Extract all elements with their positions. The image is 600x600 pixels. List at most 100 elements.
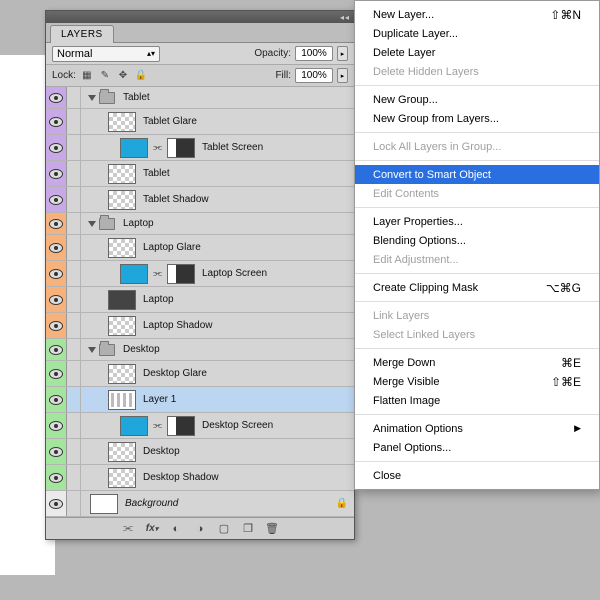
layer-name[interactable]: Laptop Shadow: [143, 320, 213, 331]
layer-name[interactable]: Tablet: [123, 92, 150, 103]
mask-thumbnail[interactable]: [167, 138, 195, 158]
mask-icon[interactable]: ◐: [169, 522, 183, 536]
menu-item[interactable]: Blending Options...: [355, 231, 599, 250]
layer-name[interactable]: Desktop: [143, 446, 180, 457]
layer-row[interactable]: ⫘ Laptop Screen: [46, 261, 354, 287]
menu-item[interactable]: Close: [355, 466, 599, 485]
menu-item[interactable]: Panel Options...: [355, 438, 599, 457]
mask-thumbnail[interactable]: [167, 264, 195, 284]
new-layer-icon[interactable]: ❐: [241, 522, 255, 536]
lock-position-icon[interactable]: ✥: [116, 69, 130, 83]
visibility-toggle[interactable]: [46, 413, 67, 438]
blend-mode-select[interactable]: Normal ▴▾: [52, 46, 160, 62]
layer-thumbnail[interactable]: [108, 442, 136, 462]
layer-name[interactable]: Laptop Glare: [143, 242, 201, 253]
menu-item[interactable]: Create Clipping Mask⌥⌘G: [355, 278, 599, 297]
visibility-toggle[interactable]: [46, 261, 67, 286]
lock-all-icon[interactable]: 🔒: [134, 69, 148, 83]
visibility-toggle[interactable]: [46, 235, 67, 260]
menu-item[interactable]: Merge Visible⇧⌘E: [355, 372, 599, 391]
menu-item[interactable]: Merge Down⌘E: [355, 353, 599, 372]
layer-thumbnail[interactable]: [120, 416, 148, 436]
disclosure-triangle-icon[interactable]: [88, 221, 96, 227]
menu-item[interactable]: Convert to Smart Object: [355, 165, 599, 184]
lock-paint-icon[interactable]: ✎: [98, 69, 112, 83]
menu-item[interactable]: Animation Options▶: [355, 419, 599, 438]
layer-thumbnail[interactable]: [90, 494, 118, 514]
visibility-toggle[interactable]: [46, 161, 67, 186]
visibility-toggle[interactable]: [46, 87, 67, 108]
layer-row[interactable]: ⫘ Tablet Screen: [46, 135, 354, 161]
layer-thumbnail[interactable]: [108, 390, 136, 410]
layer-name[interactable]: Desktop Shadow: [143, 472, 219, 483]
trash-icon[interactable]: 🗑: [265, 522, 279, 536]
visibility-toggle[interactable]: [46, 439, 67, 464]
layer-thumbnail[interactable]: [120, 138, 148, 158]
mask-thumbnail[interactable]: [167, 416, 195, 436]
mask-link-icon[interactable]: ⫘: [153, 420, 162, 431]
layer-row[interactable]: Tablet: [46, 161, 354, 187]
layer-row[interactable]: Layer 1: [46, 387, 354, 413]
fill-flyout-button[interactable]: ▸: [337, 68, 348, 83]
layer-name[interactable]: Laptop: [143, 294, 174, 305]
layer-thumbnail[interactable]: [108, 164, 136, 184]
layer-row[interactable]: ⫘ Desktop Screen: [46, 413, 354, 439]
visibility-toggle[interactable]: [46, 465, 67, 490]
layer-name[interactable]: Desktop: [123, 344, 160, 355]
adjustment-icon[interactable]: ◑: [193, 522, 207, 536]
visibility-toggle[interactable]: [46, 109, 67, 134]
layer-thumbnail[interactable]: [108, 190, 136, 210]
menu-item[interactable]: New Group from Layers...: [355, 109, 599, 128]
layer-thumbnail[interactable]: [108, 238, 136, 258]
fill-input[interactable]: 100%: [295, 68, 333, 83]
opacity-input[interactable]: 100%: [295, 46, 333, 61]
layer-name[interactable]: Tablet Screen: [202, 142, 263, 153]
layer-thumbnail[interactable]: [108, 364, 136, 384]
layers-tab[interactable]: LAYERS: [50, 25, 114, 43]
layer-group-row[interactable]: Tablet: [46, 87, 354, 109]
visibility-toggle[interactable]: [46, 135, 67, 160]
menu-item[interactable]: New Group...: [355, 90, 599, 109]
new-group-icon[interactable]: ▢: [217, 522, 231, 536]
layer-name[interactable]: Laptop: [123, 218, 154, 229]
layer-thumbnail[interactable]: [108, 290, 136, 310]
layer-group-row[interactable]: Desktop: [46, 339, 354, 361]
menu-item[interactable]: Flatten Image: [355, 391, 599, 410]
layer-row[interactable]: Desktop Glare: [46, 361, 354, 387]
layer-name[interactable]: Laptop Screen: [202, 268, 267, 279]
layer-name[interactable]: Tablet Glare: [143, 116, 197, 127]
layer-name[interactable]: Tablet Shadow: [143, 194, 209, 205]
layer-thumbnail[interactable]: [108, 316, 136, 336]
menu-item[interactable]: New Layer...⇧⌘N: [355, 5, 599, 24]
layer-row[interactable]: Laptop Shadow: [46, 313, 354, 339]
layer-thumbnail[interactable]: [108, 468, 136, 488]
layer-row[interactable]: Laptop Glare: [46, 235, 354, 261]
visibility-toggle[interactable]: [46, 187, 67, 212]
layer-row[interactable]: Laptop: [46, 287, 354, 313]
layer-name[interactable]: Desktop Glare: [143, 368, 207, 379]
layer-row[interactable]: Desktop: [46, 439, 354, 465]
visibility-toggle[interactable]: [46, 387, 67, 412]
opacity-flyout-button[interactable]: ▸: [337, 46, 348, 61]
visibility-toggle[interactable]: [46, 491, 67, 516]
fx-icon[interactable]: fx▾: [145, 522, 159, 536]
link-layers-icon[interactable]: ⫘: [121, 522, 135, 536]
layer-group-row[interactable]: Laptop: [46, 213, 354, 235]
visibility-toggle[interactable]: [46, 361, 67, 386]
layer-row[interactable]: Desktop Shadow: [46, 465, 354, 491]
layer-name[interactable]: Desktop Screen: [202, 420, 273, 431]
visibility-toggle[interactable]: [46, 313, 67, 338]
background-layer-row[interactable]: Background 🔒: [46, 491, 354, 517]
layer-thumbnail[interactable]: [120, 264, 148, 284]
menu-item[interactable]: Delete Layer: [355, 43, 599, 62]
mask-link-icon[interactable]: ⫘: [153, 142, 162, 153]
panel-drag-header[interactable]: ◂◂: [46, 11, 354, 23]
layer-thumbnail[interactable]: [108, 112, 136, 132]
layer-name[interactable]: Layer 1: [143, 394, 176, 405]
layer-row[interactable]: Tablet Glare: [46, 109, 354, 135]
menu-item[interactable]: Layer Properties...: [355, 212, 599, 231]
visibility-toggle[interactable]: [46, 339, 67, 360]
menu-item[interactable]: Duplicate Layer...: [355, 24, 599, 43]
mask-link-icon[interactable]: ⫘: [153, 268, 162, 279]
disclosure-triangle-icon[interactable]: [88, 347, 96, 353]
